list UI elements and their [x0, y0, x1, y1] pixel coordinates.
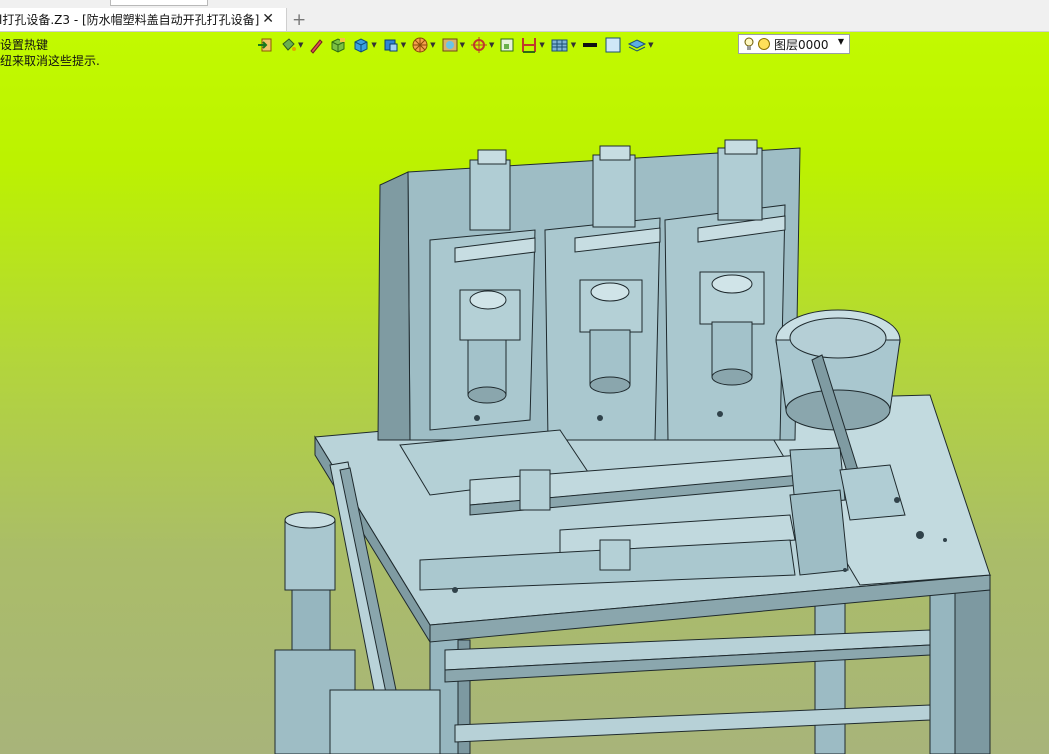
wheel-icon — [412, 37, 428, 53]
3d-viewport[interactable]: 设置热键 纽来取消这些提示. ▼ ▼ ▼ ▼ ▼ ▼ ▼ ▼ ▼ 图层0000 … — [0, 32, 1049, 754]
face-color-icon — [384, 39, 398, 52]
layers-button[interactable]: ▼ — [627, 35, 654, 55]
box-color-icon — [331, 38, 346, 53]
dimension-icon — [522, 38, 537, 53]
fill-color-icon — [605, 37, 621, 53]
line-color-icon — [583, 43, 598, 47]
tab-bar: l打孔设备.Z3 - [防水帽塑料盖自动开孔打孔设备] ✕ + — [0, 6, 1049, 32]
face-color-button[interactable]: ▼ — [382, 35, 406, 55]
pencil-icon — [310, 39, 324, 54]
wheel-button[interactable]: ▼ — [411, 35, 436, 55]
document-tab[interactable]: l打孔设备.Z3 - [防水帽塑料盖自动开孔打孔设备] ✕ — [0, 8, 287, 31]
dimension-button[interactable]: ▼ — [520, 35, 545, 55]
grid-icon — [551, 39, 568, 52]
layer-name: 图层0000 — [774, 37, 829, 52]
box-color-button[interactable] — [329, 35, 347, 55]
line-color-button[interactable] — [581, 35, 599, 55]
paint-bucket-button[interactable]: ▼ — [279, 35, 303, 55]
view-toolbar: ▼ ▼ ▼ ▼ ▼ ▼ ▼ ▼ ▼ — [256, 34, 659, 56]
snap-button[interactable]: ▼ — [470, 35, 494, 55]
solid-button[interactable]: ▼ — [352, 35, 377, 55]
frame-icon — [500, 38, 514, 52]
paint-bucket-icon — [282, 38, 296, 51]
solid-icon — [354, 38, 368, 53]
frame-button[interactable] — [499, 35, 515, 55]
fill-color-button[interactable] — [604, 35, 622, 55]
snap-icon — [470, 37, 487, 53]
layer-dropdown[interactable]: 图层0000 ▼ — [738, 34, 850, 54]
layer-color-dot — [758, 38, 770, 50]
texture-button[interactable]: ▼ — [441, 35, 465, 55]
new-tab-button[interactable]: + — [292, 10, 306, 30]
grid-button[interactable]: ▼ — [550, 35, 576, 55]
chevron-down-icon: ▼ — [837, 37, 844, 46]
close-icon[interactable]: ✕ — [262, 11, 274, 27]
hint-line-2: 纽来取消这些提示. — [0, 54, 100, 68]
layers-icon — [628, 39, 647, 52]
lightbulb-icon — [744, 37, 754, 50]
machine-model — [274, 139, 992, 754]
texture-icon — [442, 38, 458, 52]
pencil-button[interactable] — [308, 35, 324, 55]
hint-line-1: 设置热键 — [0, 38, 49, 52]
exit-icon — [258, 38, 272, 52]
exit-button[interactable] — [256, 35, 274, 55]
tab-title: l打孔设备.Z3 - [防水帽塑料盖自动开孔打孔设备] — [0, 13, 260, 27]
